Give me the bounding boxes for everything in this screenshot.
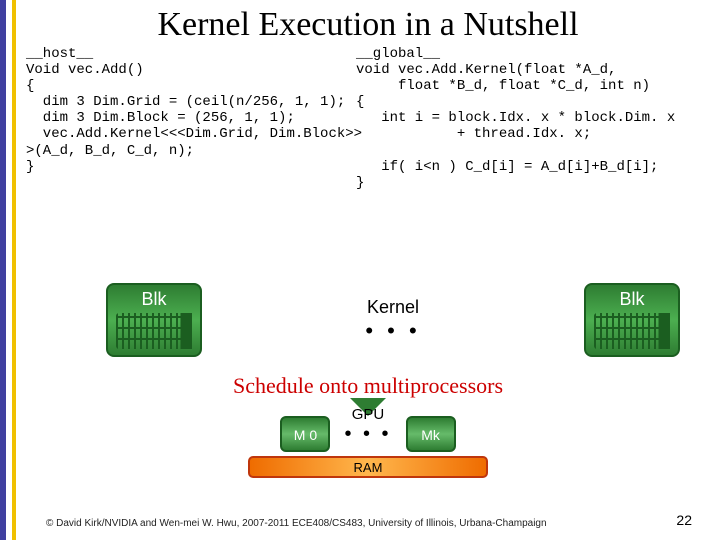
footer-credit: © David Kirk/NVIDIA and Wen-mei W. Hwu, … [46,518,547,530]
kernel-center: Kernel • • • [365,297,420,344]
gpu-group: GPU M 0 • • • Mk RAM [228,408,508,478]
schedule-label: Schedule onto multiprocessors [26,373,710,399]
multiprocessor: M 0 [280,416,330,452]
kernel-label: Kernel [365,297,420,318]
dots-icon: • • • [365,318,420,344]
block-label: Blk [141,289,166,309]
kernel-row: Blk Kernel • • • Blk [106,280,680,360]
page-number: 22 [676,512,692,528]
block-label: Blk [619,289,644,309]
gpu-label: GPU [352,406,385,423]
multiprocessor: Mk [406,416,456,452]
dots-icon: • • • [344,423,391,446]
host-code: __host__ Void vec.Add() { dim 3 Dim.Grid… [26,46,362,175]
threads-icon [116,313,192,349]
ram-bar: RAM [248,456,488,478]
block-left: Blk [106,283,202,357]
slide-title: Kernel Execution in a Nutshell [26,0,710,46]
block-right: Blk [584,283,680,357]
threads-icon [594,313,670,349]
global-code: __global__ void vec.Add.Kernel(float *A_… [356,46,675,191]
